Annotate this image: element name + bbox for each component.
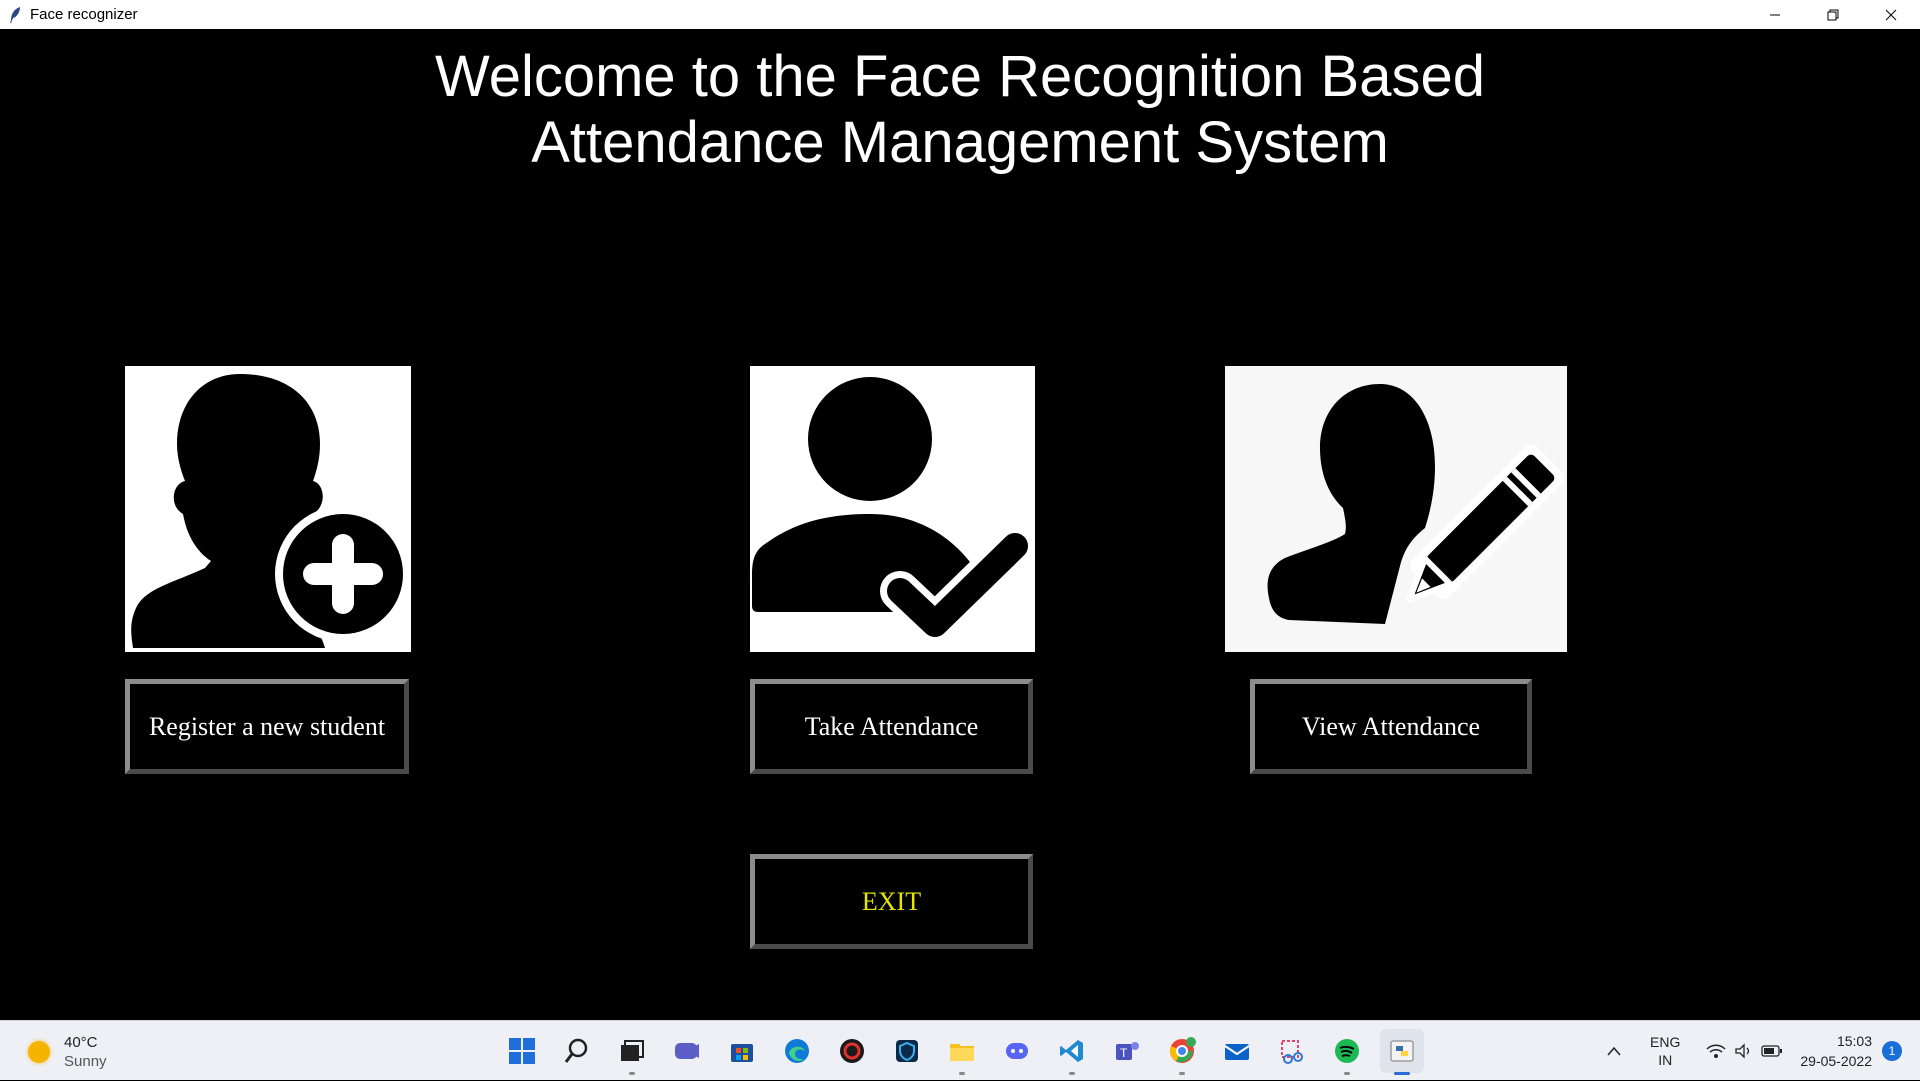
weather-condition: Sunny [64, 1053, 107, 1070]
vscode-icon[interactable] [1050, 1029, 1094, 1075]
task-view-icon[interactable] [610, 1029, 654, 1075]
language-indicator[interactable]: ENG IN [1650, 1033, 1680, 1069]
defender-icon[interactable] [885, 1029, 929, 1073]
app-icon[interactable] [830, 1029, 874, 1073]
teams-icon[interactable]: T [1105, 1029, 1149, 1073]
window-titlebar: Face recognizer [0, 0, 1920, 29]
user-check-card [750, 366, 1035, 652]
main-area: Welcome to the Face Recognition Based At… [0, 29, 1920, 1020]
clock[interactable]: 15:03 29-05-2022 [1800, 1031, 1872, 1071]
edge-icon[interactable] [775, 1029, 819, 1073]
user-add-card [125, 366, 411, 652]
take-attendance-button[interactable]: Take Attendance [750, 679, 1033, 774]
user-add-icon [131, 374, 411, 648]
clock-date: 29-05-2022 [1800, 1053, 1872, 1069]
snipping-tool-icon[interactable] [1270, 1029, 1314, 1073]
feather-icon [4, 4, 26, 26]
page-title: Welcome to the Face Recognition Based At… [360, 44, 1560, 176]
user-edit-icon [1267, 384, 1565, 624]
start-icon[interactable] [500, 1029, 544, 1073]
chat-icon[interactable] [665, 1029, 709, 1073]
page-title-line2: Attendance Management System [531, 110, 1389, 175]
notification-badge[interactable]: 1 [1882, 1041, 1902, 1061]
language-code: ENG [1650, 1034, 1681, 1050]
window-title: Face recognizer [30, 6, 138, 23]
view-attendance-button[interactable]: View Attendance [1250, 679, 1532, 774]
chrome-icon[interactable] [1160, 1029, 1204, 1075]
python-icon[interactable] [1380, 1029, 1424, 1075]
language-region: IN [1658, 1052, 1673, 1068]
file-explorer-icon[interactable] [940, 1029, 984, 1075]
weather-temp: 40°C [64, 1034, 98, 1051]
spotify-icon[interactable] [1325, 1029, 1369, 1075]
discord-icon[interactable] [995, 1029, 1039, 1073]
svg-text:T: T [1120, 1046, 1128, 1060]
minimize-button[interactable] [1746, 0, 1804, 29]
chevron-up-icon[interactable] [1600, 1037, 1628, 1065]
battery-icon[interactable] [1758, 1037, 1786, 1065]
register-student-button[interactable]: Register a new student [125, 679, 409, 774]
user-edit-card [1225, 366, 1567, 652]
clock-time: 15:03 [1836, 1033, 1872, 1049]
exit-button[interactable]: EXIT [750, 854, 1033, 949]
wifi-icon[interactable] [1702, 1037, 1730, 1065]
page-title-line1: Welcome to the Face Recognition Based [435, 44, 1485, 109]
taskbar: 40°C Sunny T ENG IN 15:03 29-05-2022 1 [0, 1020, 1920, 1080]
restore-button[interactable] [1804, 0, 1862, 29]
user-check-icon [752, 377, 1035, 644]
weather-widget[interactable]: 40°C Sunny [28, 1033, 107, 1071]
volume-icon[interactable] [1730, 1037, 1758, 1065]
close-button[interactable] [1862, 0, 1920, 29]
sun-icon [28, 1041, 50, 1063]
mail-icon[interactable] [1215, 1029, 1259, 1073]
store-icon[interactable] [720, 1029, 764, 1073]
search-icon[interactable] [555, 1029, 599, 1073]
